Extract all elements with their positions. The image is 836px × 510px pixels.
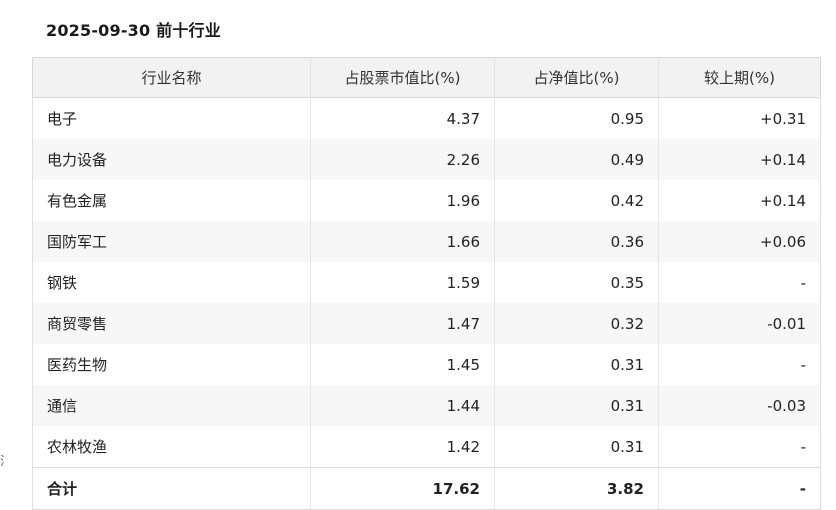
table-body: 电子 4.37 0.95 +0.31 电力设备 2.26 0.49 +0.14 有色金属 1.96… xyxy=(32,97,821,468)
nav-ratio-cell: 0.32 xyxy=(494,303,659,344)
side-note-fragment: 注 xyxy=(0,452,4,466)
table-row: 医药生物 1.45 0.31- xyxy=(32,344,821,385)
stock-ratio-cell: 4.37 xyxy=(310,97,495,139)
stock-ratio-cell: 2.26 xyxy=(310,139,495,180)
stock-ratio-cell: 1.45 xyxy=(310,344,495,385)
industry-name-cell: 有色金属 xyxy=(32,180,311,221)
table-row: 有色金属 1.96 0.42 +0.14 xyxy=(32,180,821,221)
table-row: 国防军工 1.66 0.36 +0.06 xyxy=(32,221,821,262)
table-total-row: 合计 17.62 3.82 - xyxy=(32,467,821,510)
table-row: 通信 1.44 0.31 -0.03 xyxy=(32,385,821,426)
industry-name-cell: 国防军工 xyxy=(32,221,311,262)
industry-name-cell: 电子 xyxy=(32,97,311,139)
table-header-row: 行业名称 占股票市值比(%) 占净值比(%) 较上期(%) xyxy=(32,57,821,98)
column-header-industry: 行业名称 xyxy=(32,57,311,98)
change-cell: - xyxy=(658,262,821,303)
industry-name-cell: 商贸零售 xyxy=(32,303,311,344)
table-row: 商贸零售 1.47 0.32 -0.01 xyxy=(32,303,821,344)
column-header-change: 较上期(%) xyxy=(658,57,821,98)
nav-ratio-cell: 0.95 xyxy=(494,97,659,139)
nav-ratio-cell: 0.36 xyxy=(494,221,659,262)
nav-ratio-cell: 0.49 xyxy=(494,139,659,180)
change-cell: -0.03 xyxy=(658,385,821,426)
total-label: 合计 xyxy=(32,467,311,510)
stock-ratio-cell: 1.66 xyxy=(310,221,495,262)
stock-ratio-cell: 1.44 xyxy=(310,385,495,426)
change-cell: +0.14 xyxy=(658,180,821,221)
section-title: 2025-09-30 前十行业 xyxy=(46,21,221,40)
nav-ratio-cell: 0.31 xyxy=(494,344,659,385)
stock-ratio-cell: 1.42 xyxy=(310,426,495,468)
change-cell: - xyxy=(658,426,821,468)
table-row: 农林牧渔 1.42 0.31- xyxy=(32,426,821,468)
nav-ratio-cell: 0.31 xyxy=(494,385,659,426)
nav-ratio-cell: 0.35 xyxy=(494,262,659,303)
change-cell: -0.01 xyxy=(658,303,821,344)
stock-ratio-cell: 1.96 xyxy=(310,180,495,221)
industry-name-cell: 电力设备 xyxy=(32,139,311,180)
nav-ratio-cell: 0.42 xyxy=(494,180,659,221)
column-header-stock-ratio: 占股票市值比(%) xyxy=(310,57,495,98)
change-cell: +0.14 xyxy=(658,139,821,180)
change-cell: +0.06 xyxy=(658,221,821,262)
nav-ratio-cell: 0.31 xyxy=(494,426,659,468)
top-industries-table: 行业名称 占股票市值比(%) 占净值比(%) 较上期(%) 电子 4.37 0.95… xyxy=(32,57,821,510)
industry-name-cell: 医药生物 xyxy=(32,344,311,385)
change-cell: +0.31 xyxy=(658,97,821,139)
table-row: 电子 4.37 0.95 +0.31 xyxy=(32,97,821,139)
total-change: - xyxy=(658,467,821,510)
total-nav-ratio: 3.82 xyxy=(494,467,659,510)
total-stock-ratio: 17.62 xyxy=(310,467,495,510)
stock-ratio-cell: 1.47 xyxy=(310,303,495,344)
column-header-nav-ratio: 占净值比(%) xyxy=(494,57,659,98)
stock-ratio-cell: 1.59 xyxy=(310,262,495,303)
industry-name-cell: 农林牧渔 xyxy=(32,426,311,468)
table-row: 电力设备 2.26 0.49 +0.14 xyxy=(32,139,821,180)
table-row: 钢铁 1.59 0.35- xyxy=(32,262,821,303)
change-cell: - xyxy=(658,344,821,385)
industry-name-cell: 通信 xyxy=(32,385,311,426)
industry-name-cell: 钢铁 xyxy=(32,262,311,303)
